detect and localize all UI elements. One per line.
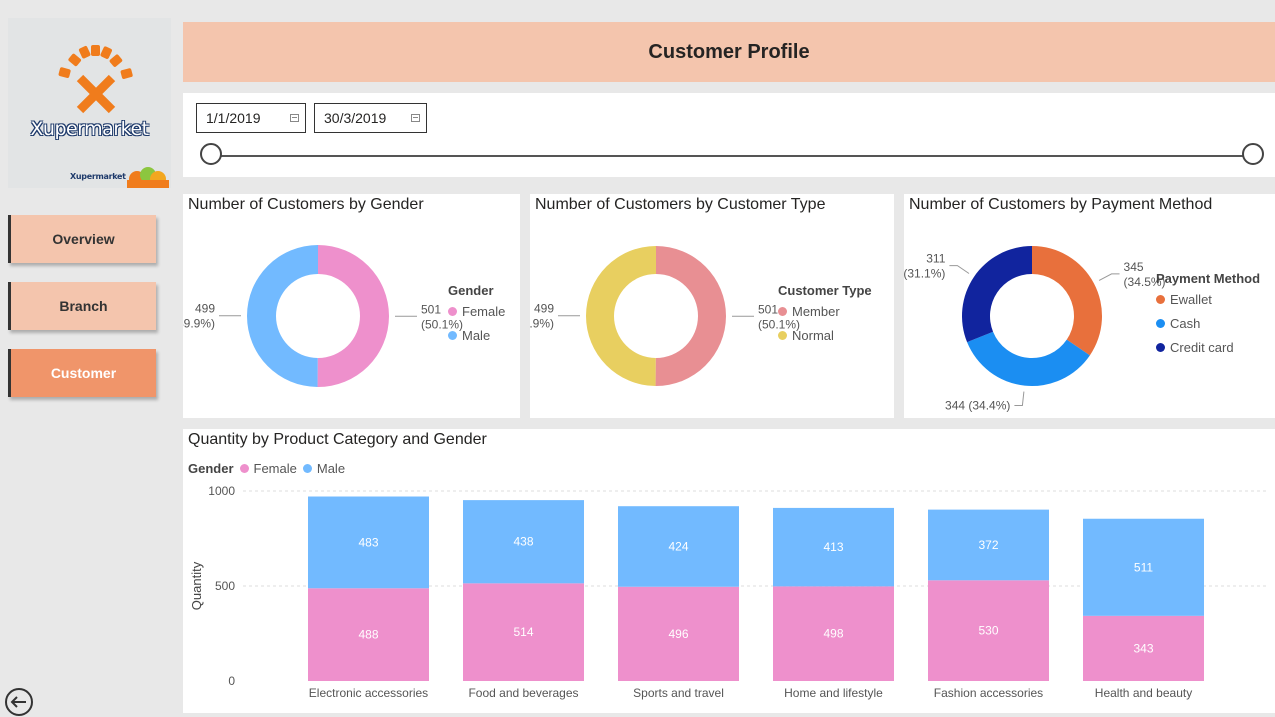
legend-label: Ewallet	[1170, 292, 1212, 307]
x-tick-label: Fashion accessories	[934, 686, 1043, 700]
legend-item-normal[interactable]: Normal	[778, 328, 872, 343]
date-filter-panel: 1/1/2019 30/3/2019	[183, 93, 1275, 177]
legend-label: Male	[462, 328, 490, 343]
donut-slice-credit-card[interactable]	[962, 246, 1032, 342]
data-label: 514	[513, 625, 533, 639]
data-label: 343	[1133, 641, 1153, 655]
customer-type-chart-panel: Number of Customers by Customer Type 501…	[530, 194, 894, 418]
data-label: 499(49.9%)	[183, 302, 215, 331]
legend-dot	[1156, 295, 1165, 304]
gender-legend: Gender Female Male	[448, 283, 505, 343]
legend-label: Cash	[1170, 316, 1200, 331]
gender-chart-panel: Number of Customers by Gender 501(50.1%)…	[183, 194, 520, 418]
fruit-basket-icon	[125, 164, 171, 188]
logo-icon	[8, 18, 171, 118]
legend-dot	[448, 331, 457, 340]
legend-dot	[448, 307, 457, 316]
nav-branch-button[interactable]: Branch	[8, 282, 156, 330]
legend-label: Female	[462, 304, 505, 319]
legend-label: Normal	[792, 328, 834, 343]
legend-item-member[interactable]: Member	[778, 304, 872, 319]
data-label: 372	[978, 538, 998, 552]
page-title: Customer Profile	[183, 22, 1275, 82]
legend-title: Gender	[448, 283, 505, 298]
y-tick-label: 1000	[208, 484, 235, 498]
end-date-input[interactable]: 30/3/2019	[314, 103, 427, 133]
data-label: 438	[513, 535, 533, 549]
data-label: 424	[668, 539, 688, 553]
legend-item-female[interactable]: Female	[448, 304, 505, 319]
sidebar: Xupermarket Xupermarket Overview Branch …	[0, 0, 175, 713]
start-date-value: 1/1/2019	[206, 110, 261, 126]
data-label: 311(31.1%)	[904, 252, 946, 281]
x-tick-label: Home and lifestyle	[784, 686, 883, 700]
legend-item-cash[interactable]: Cash	[1156, 316, 1260, 331]
data-label: 344 (34.4%)	[945, 398, 1010, 412]
legend-item-male[interactable]: Male	[448, 328, 505, 343]
legend-label: Credit card	[1170, 340, 1234, 355]
data-label: 496	[668, 627, 688, 641]
logo-small-wordmark: Xupermarket	[70, 172, 126, 181]
data-label: 488	[358, 628, 378, 642]
legend-title: Payment Method	[1156, 271, 1260, 286]
product-stacked-bar-chart: 0 500 1000 Quantity 488 483 Electronic accesso…	[183, 429, 1275, 713]
donut-slice-ewallet[interactable]	[1032, 246, 1102, 355]
y-axis-title: Quantity	[189, 561, 204, 610]
calendar-icon[interactable]	[290, 114, 299, 122]
y-tick-label: 500	[215, 579, 235, 593]
donut-slice-member[interactable]	[656, 246, 726, 386]
data-label: 483	[358, 535, 378, 549]
data-label: 511	[1134, 560, 1153, 574]
y-tick-label: 0	[228, 674, 235, 688]
logo: Xupermarket Xupermarket	[8, 18, 171, 188]
donut-slice-female[interactable]	[318, 245, 389, 387]
legend-dot	[778, 307, 787, 316]
customer-type-legend: Customer Type Member Normal	[778, 283, 872, 343]
donut-slice-normal[interactable]	[586, 246, 656, 386]
leader-line	[949, 266, 969, 274]
donut-slice-male[interactable]	[247, 245, 318, 387]
payment-chart-panel: Number of Customers by Payment Method 34…	[904, 194, 1275, 418]
end-date-value: 30/3/2019	[324, 110, 386, 126]
start-date-input[interactable]: 1/1/2019	[196, 103, 306, 133]
x-tick-label: Sports and travel	[633, 686, 724, 700]
x-tick-label: Electronic accessories	[309, 686, 428, 700]
legend-title: Customer Type	[778, 283, 872, 298]
calendar-icon[interactable]	[411, 114, 420, 122]
legend-dot	[1156, 319, 1165, 328]
legend-item-ewallet[interactable]: Ewallet	[1156, 292, 1260, 307]
data-label: 413	[823, 540, 843, 554]
legend-item-credit-card[interactable]: Credit card	[1156, 340, 1260, 355]
data-label: 498	[823, 627, 843, 641]
product-chart-panel: Quantity by Product Category and Gender …	[183, 429, 1275, 713]
date-slider-end-handle[interactable]	[1242, 143, 1264, 165]
logo-wordmark: Xupermarket	[8, 118, 171, 140]
payment-legend: Payment Method Ewallet Cash Credit card	[1156, 271, 1260, 355]
x-tick-label: Health and beauty	[1095, 686, 1192, 700]
legend-dot	[1156, 343, 1165, 352]
nav-customer-button[interactable]: Customer	[8, 349, 156, 397]
legend-label: Member	[792, 304, 840, 319]
data-label: 499(49.9%)	[530, 302, 554, 331]
data-label: 530	[978, 624, 998, 638]
date-slider-track[interactable]	[211, 155, 1245, 157]
leader-line	[1014, 392, 1023, 406]
legend-dot	[778, 331, 787, 340]
x-tick-label: Food and beverages	[468, 686, 578, 700]
date-slider-start-handle[interactable]	[200, 143, 222, 165]
leader-line	[1099, 274, 1119, 281]
nav-overview-button[interactable]: Overview	[8, 215, 156, 263]
